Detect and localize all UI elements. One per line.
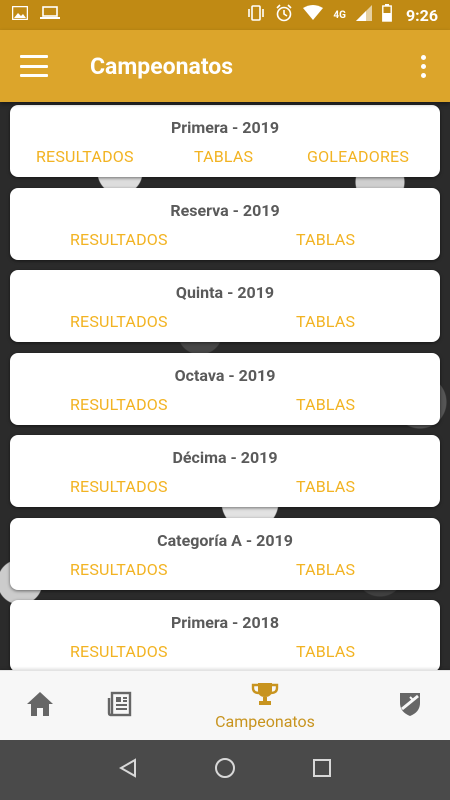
nav-club[interactable] (390, 671, 430, 741)
tables-link[interactable]: TABLAS (296, 312, 355, 331)
nav-championships[interactable]: Campeonatos (200, 671, 330, 741)
circle-home-icon (214, 757, 236, 783)
battery-icon (382, 4, 392, 26)
results-link[interactable]: RESULTADOS (36, 147, 134, 166)
status-time: 9:26 (405, 5, 438, 25)
card-title: Primera - 2018 (170, 613, 280, 632)
results-link[interactable]: RESULTADOS (70, 395, 168, 414)
card-title: Octava - 2019 (174, 366, 276, 385)
signal-icon (355, 5, 372, 25)
championship-list[interactable]: Primera - 2019 RESULTADOS TABLAS GOLEADO… (0, 102, 450, 670)
scorers-link[interactable]: GOLEADORES (307, 147, 409, 166)
menu-icon (20, 55, 48, 58)
results-link[interactable]: RESULTADOS (70, 230, 168, 249)
tables-link[interactable]: TABLAS (296, 477, 355, 496)
page-title: Campeonatos (90, 52, 234, 80)
nav-home[interactable] (20, 671, 60, 741)
system-navigation-bar (0, 740, 450, 800)
card-title: Décima - 2019 (172, 448, 278, 467)
results-link[interactable]: RESULTADOS (70, 560, 168, 579)
more-vert-icon (421, 54, 426, 60)
trophy-icon (251, 682, 279, 710)
results-link[interactable]: RESULTADOS (70, 477, 168, 496)
back-button[interactable] (108, 750, 148, 790)
championship-card: Categoría A - 2019 RESULTADOS TABLAS (10, 518, 440, 590)
recents-button[interactable] (302, 750, 342, 790)
back-icon (119, 758, 137, 782)
home-system-button[interactable] (205, 750, 245, 790)
nav-championships-label: Campeonatos (215, 711, 315, 731)
alarm-icon (275, 4, 293, 26)
championship-card: Quinta - 2019 RESULTADOS TABLAS (10, 270, 440, 342)
card-title: Primera - 2019 (170, 118, 280, 137)
bottom-navigation: Campeonatos (0, 670, 450, 740)
shield-icon (398, 691, 422, 721)
wifi-icon (303, 5, 324, 25)
card-title: Categoría A - 2019 (157, 531, 293, 550)
network-type: 4G (333, 9, 346, 21)
championship-card: Primera - 2018 RESULTADOS TABLAS (10, 600, 440, 670)
championship-card: Octava - 2019 RESULTADOS TABLAS (10, 353, 440, 425)
home-icon (26, 691, 54, 721)
results-link[interactable]: RESULTADOS (70, 642, 168, 661)
laptop-notification-icon (40, 6, 60, 24)
championship-card: Primera - 2019 RESULTADOS TABLAS GOLEADO… (10, 105, 440, 177)
tables-link[interactable]: TABLAS (296, 395, 355, 414)
championship-card: Reserva - 2019 RESULTADOS TABLAS (10, 188, 440, 260)
status-bar: 4G 9:26 (0, 0, 450, 30)
tables-link[interactable]: TABLAS (296, 642, 355, 661)
news-icon (107, 691, 133, 721)
results-link[interactable]: RESULTADOS (70, 312, 168, 331)
card-title: Reserva - 2019 (170, 201, 280, 220)
square-recents-icon (312, 759, 331, 781)
vibrate-icon (247, 5, 265, 25)
tables-link[interactable]: TABLAS (194, 147, 253, 166)
more-options-button[interactable] (417, 51, 430, 82)
nav-news[interactable] (100, 671, 140, 741)
image-notification-icon (11, 5, 29, 24)
tables-link[interactable]: TABLAS (296, 230, 355, 249)
card-title: Quinta - 2019 (175, 283, 275, 302)
app-bar: Campeonatos (0, 30, 450, 102)
menu-button[interactable] (20, 55, 48, 77)
tables-link[interactable]: TABLAS (296, 560, 355, 579)
championship-card: Décima - 2019 RESULTADOS TABLAS (10, 435, 440, 507)
